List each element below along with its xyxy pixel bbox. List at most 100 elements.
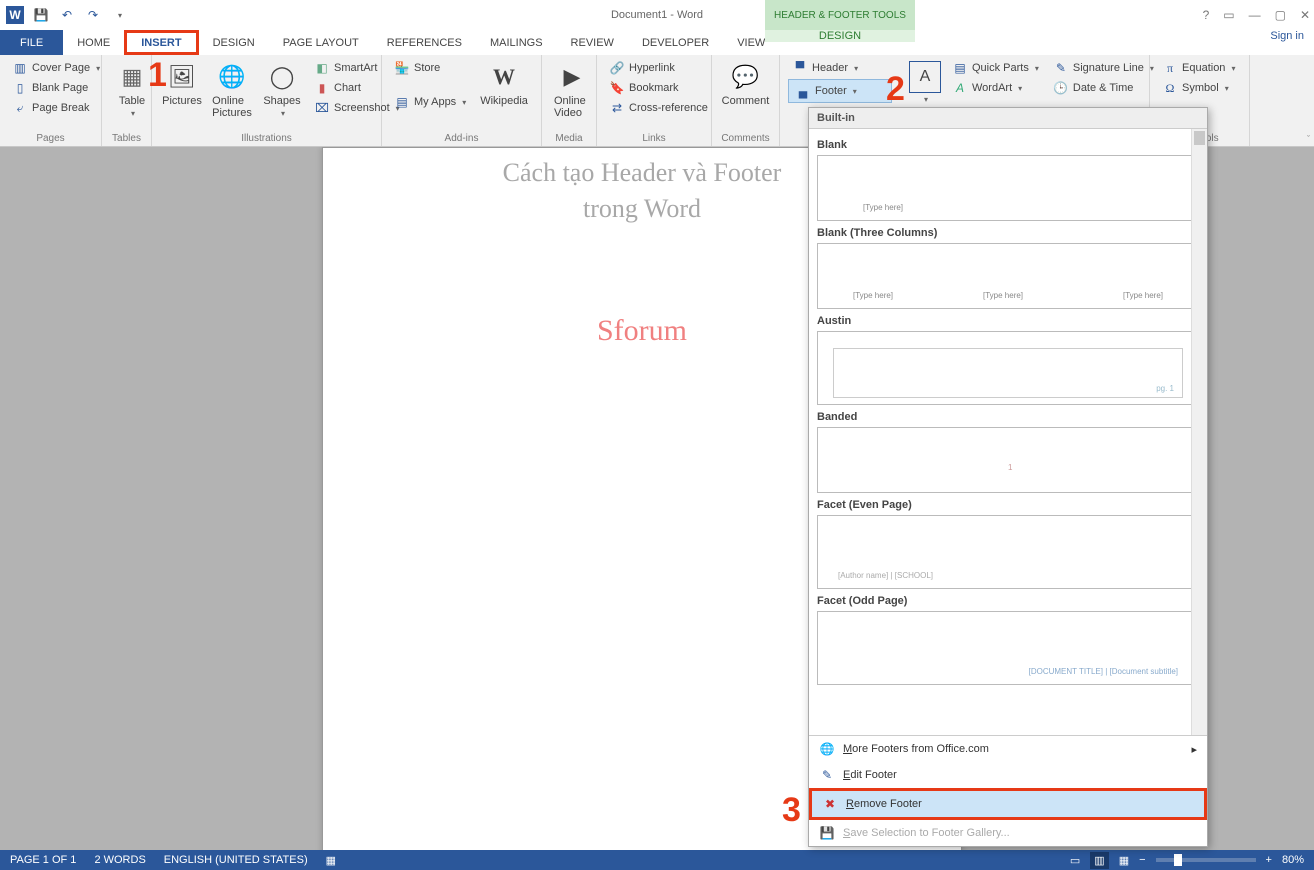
screenshot-icon: ⌧ [314,100,330,116]
tab-file[interactable]: FILE [0,30,63,55]
gallery-item-label: Facet (Even Page) [817,499,1199,511]
link-icon: 🔗 [609,60,625,76]
page-break-button[interactable]: ⤶Page Break [8,99,104,117]
footer-gallery: Built-in Blank [Type here] Blank (Three … [808,107,1208,847]
ribbon-collapse-icon[interactable]: ˇ [1307,134,1310,144]
gallery-item-label: Blank (Three Columns) [817,227,1199,239]
word-icon: W [6,6,24,24]
quickparts-button[interactable]: ▤Quick Parts [948,59,1043,77]
myapps-button[interactable]: ▤My Apps [390,93,470,111]
wikipedia-button[interactable]: WWikipedia [476,59,532,109]
gallery-item-label: Banded [817,411,1199,423]
tab-hf-design[interactable]: DESIGN [765,30,915,42]
shapes-icon: ◯ [266,61,298,93]
sign-in-link[interactable]: Sign in [1260,30,1314,55]
undo-icon[interactable]: ↶ [58,6,76,24]
gallery-item-austin[interactable]: pg. 1 [817,331,1199,405]
wordart-button[interactable]: AWordArt [948,79,1043,97]
online-pictures-button[interactable]: 🌐Online Pictures [210,59,254,121]
zoom-slider[interactable] [1156,858,1256,862]
globe-icon: 🌐 [819,741,835,757]
hyperlink-button[interactable]: 🔗Hyperlink [605,59,712,77]
gallery-scrollbar[interactable] [1191,129,1207,735]
save-icon[interactable]: 💾 [32,6,50,24]
tab-developer[interactable]: DEVELOPER [628,30,723,55]
blank-page-button[interactable]: ▯Blank Page [8,79,104,97]
quickparts-icon: ▤ [952,60,968,76]
status-language[interactable]: ENGLISH (UNITED STATES) [164,854,308,866]
equation-icon: π [1162,60,1178,76]
zoom-level[interactable]: 80% [1282,854,1304,866]
redo-icon[interactable]: ↷ [84,6,102,24]
ribbon-options-icon[interactable]: ▭ [1223,8,1234,22]
edit-footer-cmd[interactable]: ✎Edit Footer [809,762,1207,788]
gallery-item-three-columns[interactable]: [Type here] [Type here] [Type here] [817,243,1199,309]
status-bar: PAGE 1 OF 1 2 WORDS ENGLISH (UNITED STAT… [0,850,1314,870]
datetime-button[interactable]: 🕒Date & Time [1049,79,1158,97]
shapes-button[interactable]: ◯Shapes [260,59,304,120]
help-icon[interactable]: ? [1203,8,1210,22]
ribbon-tabs: FILE HOME INSERT DESIGN PAGE LAYOUT REFE… [0,30,1314,55]
gallery-item-facet-odd[interactable]: [DOCUMENT TITLE] | [Document subtitle] [817,611,1199,685]
macro-icon[interactable]: ▦ [326,854,336,867]
gallery-item-facet-even[interactable]: [Author name] | [SCHOOL] [817,515,1199,589]
gallery-scroll[interactable]: Blank [Type here] Blank (Three Columns) … [809,129,1207,735]
tab-home[interactable]: HOME [63,30,124,55]
crossref-icon: ⇄ [609,100,625,116]
signature-line-button[interactable]: ✎Signature Line [1049,59,1158,77]
cross-reference-button[interactable]: ⇄Cross-reference [605,99,712,117]
symbol-button[interactable]: ΩSymbol [1158,79,1239,97]
tab-page-layout[interactable]: PAGE LAYOUT [269,30,373,55]
tab-insert[interactable]: INSERT [124,30,198,55]
apps-icon: ▤ [394,94,410,110]
comment-button[interactable]: 💬Comment [720,59,771,109]
smartart-icon: ◧ [314,60,330,76]
zoom-in-icon[interactable]: + [1266,854,1272,866]
store-icon: 🏪 [394,60,410,76]
online-pictures-icon: 🌐 [216,61,248,93]
save-gallery-icon: 💾 [819,825,835,841]
cover-page-button[interactable]: ▥Cover Page [8,59,104,77]
gallery-item-banded[interactable]: 1 [817,427,1199,493]
close-icon[interactable]: ✕ [1300,8,1310,22]
print-layout-icon[interactable]: ▥ [1090,852,1108,869]
header-icon: ▀ [792,60,808,76]
status-page[interactable]: PAGE 1 OF 1 [10,854,76,866]
equation-button[interactable]: πEquation [1158,59,1239,77]
page-icon: ▥ [12,60,28,76]
annotation-3: 3 [782,793,801,827]
gallery-item-blank[interactable]: [Type here] [817,155,1199,221]
textbox-button[interactable]: A [908,59,942,106]
bookmark-button[interactable]: 🔖Bookmark [605,79,712,97]
more-footers-cmd[interactable]: 🌐MMore Footers from Office.comore Footer… [809,736,1207,762]
qat-customize[interactable] [110,6,128,24]
footer-icon: ▄ [795,83,811,99]
maximize-icon[interactable]: ▢ [1275,8,1286,22]
textbox-icon: A [909,61,941,93]
save-selection-cmd[interactable]: 💾Save Selection to Footer Gallery... [809,820,1207,846]
picture-icon: 🖼 [166,61,198,93]
tab-review[interactable]: REVIEW [557,30,628,55]
remove-footer-cmd[interactable]: ✖Remove Footer [809,788,1207,820]
tab-design[interactable]: DESIGN [199,30,269,55]
status-words[interactable]: 2 WORDS [94,854,145,866]
page-break-icon: ⤶ [12,100,28,116]
footer-button[interactable]: ▄Footer [788,79,892,103]
group-label-illustrations: Illustrations [160,131,373,144]
minimize-icon[interactable]: — [1249,8,1261,22]
group-label-tables: Tables [110,131,143,144]
signature-icon: ✎ [1053,60,1069,76]
group-label-links: Links [605,131,703,144]
web-layout-icon[interactable]: ▦ [1119,854,1129,867]
gallery-header: Built-in [809,108,1207,129]
video-icon: ▶ [556,61,588,93]
read-mode-icon[interactable]: ▭ [1070,854,1080,867]
tab-references[interactable]: REFERENCES [373,30,476,55]
header-button[interactable]: ▀Header [788,59,892,77]
document-title: Document1 - Word [611,9,703,21]
gallery-item-label: Blank [817,139,1199,151]
tab-mailings[interactable]: MAILINGS [476,30,557,55]
zoom-out-icon[interactable]: − [1139,854,1145,866]
store-button[interactable]: 🏪Store [390,59,470,77]
online-video-button[interactable]: ▶Online Video [550,59,594,121]
